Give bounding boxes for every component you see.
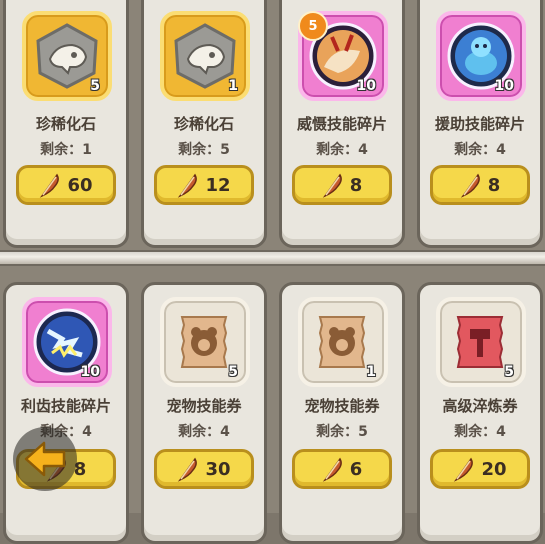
item-remaining: 剩余：4 (454, 424, 506, 440)
arrow-left-icon (24, 441, 66, 477)
buy-button[interactable]: 6 (292, 449, 392, 489)
item-remaining: 剩余：5 (178, 142, 230, 158)
item-name: 援助技能碎片 (434, 115, 525, 133)
row-divider (0, 250, 545, 266)
shop-item-card[interactable]: 10 利齿技能碎片 剩余：4 8 (3, 282, 129, 544)
item-remaining: 剩余：4 (178, 424, 230, 440)
item-remaining: 剩余：5 (316, 424, 368, 440)
buy-button[interactable]: 8 (292, 165, 392, 205)
item-name: 利齿技能碎片 (20, 397, 111, 415)
item-name: 珍稀化石 (173, 115, 234, 133)
shop-item-card[interactable]: 5 高级淬炼券 剩余：4 20 (417, 282, 543, 544)
item-quantity: 5 (90, 78, 100, 94)
item-name: 威慑技能碎片 (296, 115, 387, 133)
item-quantity: 1 (228, 78, 238, 94)
item-name: 珍稀化石 (35, 115, 96, 133)
buy-button[interactable]: 8 (430, 165, 530, 205)
item-quantity: 1 (366, 364, 376, 380)
buy-button[interactable]: 12 (154, 165, 254, 205)
item-remaining: 剩余：4 (454, 142, 506, 158)
item-name: 宠物技能券 (166, 397, 242, 415)
price-value: 8 (349, 174, 363, 196)
item-icon-frame: 10 (22, 297, 112, 387)
shop-item-card[interactable]: 5 10 威慑技能碎片 剩余：4 8 (279, 0, 405, 248)
item-quantity: 10 (80, 364, 100, 380)
shop-item-card[interactable]: 5 宠物技能券 剩余：4 30 (141, 282, 267, 544)
shop-item-card[interactable]: 1 宠物技能券 剩余：5 6 (279, 282, 405, 544)
item-icon-frame: 5 (22, 11, 112, 101)
feather-icon (322, 173, 342, 198)
price-value: 12 (205, 174, 231, 196)
price-value: 6 (349, 458, 363, 480)
feather-icon (40, 173, 60, 198)
price-value: 60 (67, 174, 93, 196)
feather-icon (460, 173, 480, 198)
item-icon-frame: 5 10 (298, 11, 388, 101)
item-name: 高级淬炼券 (442, 397, 518, 415)
item-icon-frame: 1 (298, 297, 388, 387)
shop-item-card[interactable]: 10 援助技能碎片 剩余：4 8 (417, 0, 543, 248)
feather-icon (178, 173, 198, 198)
back-button[interactable] (13, 427, 77, 491)
item-quantity: 5 (504, 364, 514, 380)
price-value: 8 (487, 174, 501, 196)
item-icon-frame: 5 (436, 297, 526, 387)
shop-item-card[interactable]: 1 珍稀化石 剩余：5 12 (141, 0, 267, 248)
item-quantity: 5 (228, 364, 238, 380)
feather-icon (322, 457, 342, 482)
feather-icon (178, 457, 198, 482)
shop-item-card[interactable]: 5 珍稀化石 剩余：1 60 (3, 0, 129, 248)
item-remaining: 剩余：4 (316, 142, 368, 158)
buy-button[interactable]: 20 (430, 449, 530, 489)
item-name: 宠物技能券 (304, 397, 380, 415)
price-value: 20 (481, 458, 507, 480)
item-remaining: 剩余：1 (40, 142, 92, 158)
buy-button[interactable]: 60 (16, 165, 116, 205)
item-quantity: 10 (356, 78, 376, 94)
item-icon-frame: 5 (160, 297, 250, 387)
price-value: 30 (205, 458, 231, 480)
buy-button[interactable]: 30 (154, 449, 254, 489)
level-badge: 5 (298, 11, 328, 41)
item-quantity: 10 (494, 78, 514, 94)
item-icon-frame: 10 (436, 11, 526, 101)
item-icon-frame: 1 (160, 11, 250, 101)
feather-icon (454, 457, 474, 482)
